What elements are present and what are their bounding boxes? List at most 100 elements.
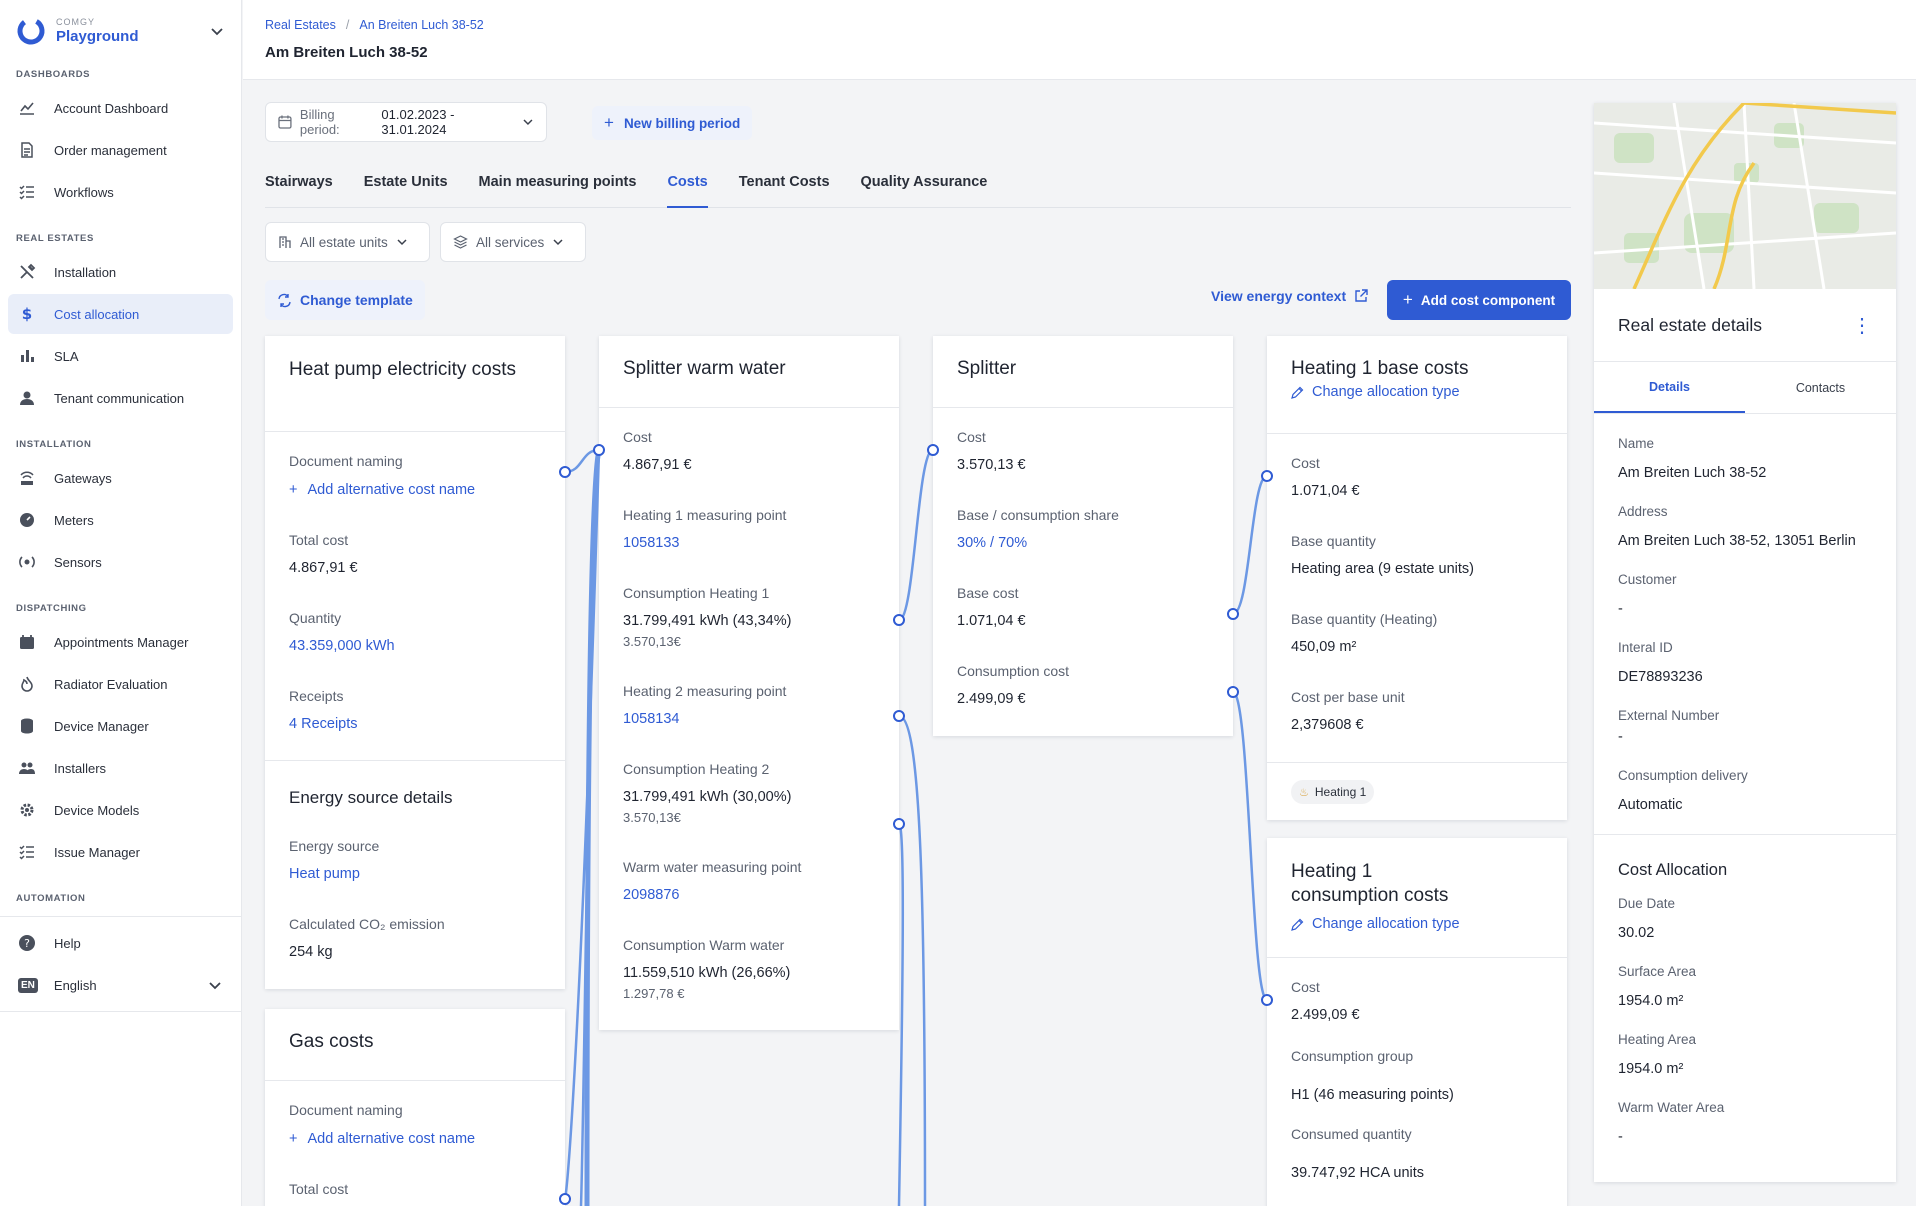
connector-line (897, 822, 905, 1206)
detail-field: Heating Area 1954.0 m² (1618, 1032, 1872, 1100)
detail-label: Due Date (1618, 896, 1676, 911)
tab-estate-units[interactable]: Estate Units (364, 164, 448, 208)
sidebar-item-order-management[interactable]: Order management (8, 130, 233, 170)
field-label: Base / consumption share (957, 507, 1119, 523)
cost-card-splitter: Splitter Cost 3.570,13 € Base / consumpt… (933, 336, 1233, 736)
sidebar-item-label: Workflows (54, 184, 114, 200)
base-cost-value: 1.071,04 € (957, 613, 1026, 629)
breadcrumb-item[interactable]: Real Estates (265, 18, 336, 32)
field-label: Calculated CO₂ emission (289, 916, 445, 932)
change-template-button[interactable]: Change template (265, 280, 425, 320)
estate-units-filter[interactable]: All estate units (265, 222, 430, 262)
sidebar-item-sensors[interactable]: Sensors (8, 542, 233, 582)
chevron-down-icon (553, 239, 563, 246)
cost-per-unit-value: 2,379608 € (1291, 717, 1364, 733)
sidebar-item-sla[interactable]: SLA (8, 336, 233, 376)
sidebar-item-label: Installation (54, 264, 117, 280)
sidebar-item-installation[interactable]: Installation (8, 252, 233, 292)
new-billing-period-button[interactable]: + New billing period (592, 106, 753, 140)
sidebar-item-issue-manager[interactable]: Issue Manager (8, 832, 233, 872)
sidebar-item-installers[interactable]: Installers (8, 748, 233, 788)
details-fields: Name Am Breiten Luch 38-52 Address Am Brei… (1594, 414, 1896, 822)
sidebar-item-tenant-communication[interactable]: Tenant communication (8, 378, 233, 418)
receipts-link[interactable]: 4 Receipts (289, 716, 358, 732)
workspace-switcher[interactable]: COMGY Playground (0, 0, 241, 62)
detail-label: Surface Area (1618, 964, 1697, 979)
cost-card-splitter-warm-water: Splitter warm water Cost 4.867,91 € Heat… (599, 336, 899, 1030)
add-alternative-name-link[interactable]: + Add alternative cost name (289, 1131, 475, 1147)
connector-line (1231, 690, 1269, 1002)
breadcrumb-item[interactable]: An Breiten Luch 38-52 (359, 18, 483, 32)
sidebar-item-appointments-manager[interactable]: Appointments Manager (8, 622, 233, 662)
change-allocation-type-link[interactable]: Change allocation type (1291, 912, 1543, 936)
cost-card-heating1-base: Heating 1 base costs Change allocation t… (1267, 336, 1567, 820)
measuring-point-link[interactable]: 2098876 (623, 887, 679, 903)
add-alternative-name-link[interactable]: + Add alternative cost name (289, 482, 475, 498)
cost-card-heating1-consumption: Heating 1 consumption costs Change alloc… (1267, 838, 1567, 1206)
card-divider (265, 760, 565, 761)
tab-costs[interactable]: Costs (667, 164, 708, 208)
sidebar-item-device-manager[interactable]: Device Manager (8, 706, 233, 746)
sidebar-item-account-dashboard[interactable]: Account Dashboard (8, 88, 233, 128)
view-energy-context-link[interactable]: View energy context (1211, 288, 1368, 304)
field-label: Cost (1291, 979, 1320, 995)
tab-stairways[interactable]: Stairways (265, 164, 333, 208)
tab-contacts[interactable]: Contacts (1745, 362, 1896, 413)
tab-main-measuring-points[interactable]: Main measuring points (479, 164, 637, 208)
detail-label: Interal ID (1618, 640, 1673, 655)
cost-card-heat-pump: Heat pump electricity costs Document nam… (265, 336, 565, 989)
field-label: Document naming (289, 1102, 403, 1118)
detail-field: Customer - (1618, 558, 1872, 626)
change-allocation-type-link[interactable]: Change allocation type (1291, 384, 1543, 400)
dollar-icon: $ (18, 305, 36, 323)
sidebar-item-workflows[interactable]: Workflows (8, 172, 233, 212)
tab-quality-assurance[interactable]: Quality Assurance (861, 164, 988, 208)
billing-period-select[interactable]: Billing period: 01.02.2023 - 31.01.2024 (265, 102, 547, 142)
sidebar-item-gateways[interactable]: Gateways (8, 458, 233, 498)
share-link[interactable]: 30% / 70% (957, 535, 1027, 551)
more-vertical-icon[interactable]: ⋮ (1852, 313, 1872, 338)
connector-line (1232, 474, 1268, 616)
consumption-cost-value: 2.499,09 € (957, 691, 1026, 707)
filter-services-label: All services (476, 234, 545, 250)
field-label: Document naming (289, 453, 403, 469)
base-quantity-value: Heating area (9 estate units) (1291, 561, 1474, 577)
list-check-icon (18, 843, 36, 861)
location-map[interactable] (1594, 103, 1896, 289)
detail-field: Interal ID DE78893236 (1618, 626, 1872, 694)
detail-value: 1954.0 m² (1618, 1061, 1684, 1077)
chevron-down-icon[interactable] (209, 23, 225, 39)
co2-value: 254 kg (289, 944, 333, 960)
quantity-link[interactable]: 43.359,000 kWh (289, 638, 395, 654)
database-icon (18, 717, 36, 735)
sidebar-item-radiator-evaluation[interactable]: Radiator Evaluation (8, 664, 233, 704)
measuring-point-link[interactable]: 1058134 (623, 711, 679, 727)
field-label: Total cost (289, 532, 349, 548)
sidebar-item-label: Issue Manager (54, 844, 140, 860)
sidebar-item-meters[interactable]: Meters (8, 500, 233, 540)
energy-source-link[interactable]: Heat pump (289, 866, 360, 882)
sidebar: COMGY Playground DASHBOARDS Account Dashb… (0, 0, 242, 1206)
add-cost-component-button[interactable]: + Add cost component (1387, 280, 1571, 320)
energy-section-title: Energy source details (289, 788, 453, 807)
heat-waves-icon: ♨ (1299, 786, 1309, 799)
detail-label: Warm Water Area (1618, 1100, 1725, 1115)
tab-details[interactable]: Details (1594, 362, 1745, 413)
chart-line-icon (18, 99, 36, 117)
language-selector[interactable]: EN English (8, 965, 233, 1005)
services-filter[interactable]: All services (440, 222, 586, 262)
layers-icon (453, 235, 468, 249)
details-tabs: Details Contacts (1594, 362, 1896, 414)
detail-value: 30.02 (1618, 925, 1655, 941)
sidebar-item-cost-allocation[interactable]: $ Cost allocation (8, 294, 233, 334)
sidebar-item-device-models[interactable]: Device Models (8, 790, 233, 830)
detail-field: Warm Water Area - (1618, 1100, 1872, 1168)
cost-value: 3.570,13 € (957, 457, 1026, 473)
measuring-point-link[interactable]: 1058133 (623, 535, 679, 551)
connector-line (898, 448, 934, 622)
help-item[interactable]: ? Help (8, 923, 233, 963)
svg-text:?: ? (24, 937, 30, 950)
cost-card-gas: Gas costs Document naming + Add alternati… (265, 1009, 565, 1206)
consumption-sub: 3.570,13€ (623, 810, 681, 825)
tab-tenant-costs[interactable]: Tenant Costs (739, 164, 830, 208)
